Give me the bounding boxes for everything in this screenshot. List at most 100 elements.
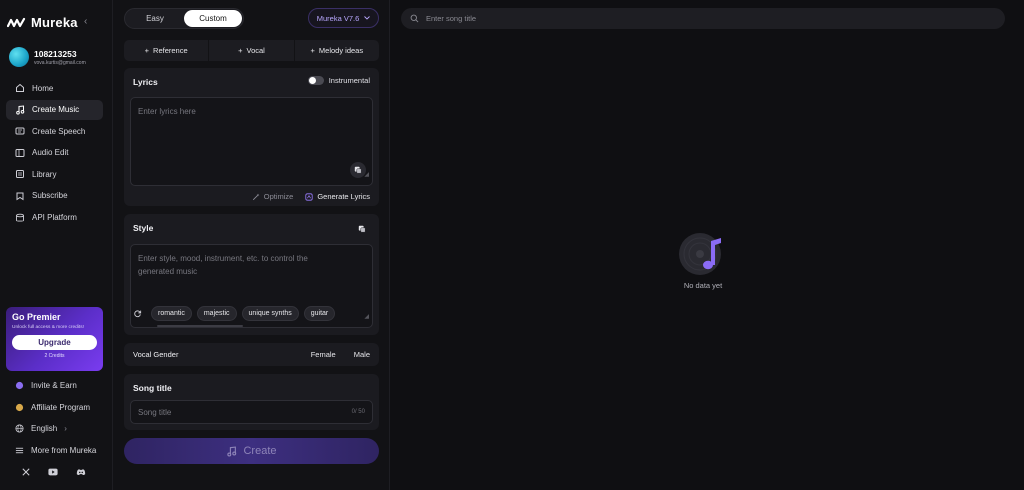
affiliate-icon [15, 403, 24, 411]
gender-male-option[interactable]: Male [354, 350, 370, 359]
sidebar-item-subscribe[interactable]: Subscribe [6, 186, 103, 206]
x-icon[interactable] [22, 468, 30, 476]
character-count: 0/ 50 [351, 409, 365, 415]
sidebar-item-label: Create Speech [32, 126, 86, 136]
model-select[interactable]: Mureka V7.6 [308, 8, 379, 28]
generate-lyrics-button[interactable]: Generate Lyrics [305, 192, 370, 201]
upgrade-button[interactable]: Upgrade [12, 335, 97, 350]
sidebar-item-invite[interactable]: Invite & Earn [6, 375, 106, 397]
add-reference-button[interactable]: + Reference [124, 40, 210, 61]
song-title-input[interactable]: Song title 0/ 50 [130, 400, 373, 424]
sidebar-item-create-speech[interactable]: Create Speech [6, 121, 103, 141]
youtube-icon[interactable] [48, 468, 58, 476]
song-title-heading: Song title [133, 383, 172, 393]
user-name: 108213253 [34, 48, 77, 59]
song-search-input[interactable]: Enter song title [401, 8, 1005, 29]
home-icon [16, 83, 24, 92]
refresh-icon[interactable] [133, 309, 142, 318]
sidebar-bottom-nav: Invite & Earn Affiliate Program English … [6, 375, 106, 461]
sidebar-item-label: English [31, 424, 58, 434]
style-tag[interactable]: romantic [151, 306, 192, 321]
model-select-value: Mureka V7.6 [316, 13, 360, 23]
optimize-button[interactable]: Optimize [252, 192, 293, 201]
style-tag[interactable]: guitar [303, 306, 336, 321]
empty-state-text: No data yet [683, 281, 723, 290]
style-tag[interactable]: majestic [196, 306, 237, 321]
create-button[interactable]: Create [124, 438, 379, 464]
lyrics-placeholder: Enter lyrics here [138, 107, 196, 116]
sidebar-item-label: Create Music [32, 105, 80, 115]
gender-female-option[interactable]: Female [311, 350, 336, 359]
sidebar-item-audio-edit[interactable]: Audio Edit [6, 143, 103, 163]
menu-icon [15, 447, 24, 453]
mode-custom-button[interactable]: Custom [184, 10, 242, 27]
language-selector[interactable]: English › [6, 418, 106, 440]
speech-icon [15, 127, 25, 135]
credits-count: 2 Credits [44, 353, 65, 359]
vocal-gender-label: Vocal Gender [133, 350, 179, 359]
add-vocal-label: Vocal [246, 46, 265, 55]
style-placeholder: Enter style, mood, instrument, etc. to c… [138, 254, 308, 276]
plus-icon: + [144, 46, 150, 55]
composer-panel: Easy Custom Mureka V7.6 + Reference + Voca… [113, 0, 390, 490]
sidebar-item-label: Audio Edit [32, 148, 69, 158]
empty-state: No data yet [660, 229, 746, 290]
song-title-card: Song title Song title 0/ 50 [124, 374, 379, 430]
sidebar-nav: Home Create Music Create Speech Audio Ed… [6, 78, 103, 229]
add-reference-label: Reference [153, 46, 188, 55]
sidebar-item-label: More from Mureka [31, 445, 97, 455]
promo-subtitle: Unlock full access & more credits! [12, 325, 84, 330]
sidebar-item-library[interactable]: Library [6, 164, 103, 184]
chevron-right-icon: › [64, 424, 67, 434]
generate-lyrics-icon [305, 192, 313, 201]
search-icon [410, 14, 419, 23]
sidebar-item-api-platform[interactable]: API Platform [6, 208, 103, 228]
user-profile[interactable]: 108213253 vova.kurtis@gmail.com [9, 47, 86, 67]
resize-handle-icon[interactable]: ◢ [364, 311, 369, 324]
instrumental-label: Instrumental [328, 76, 370, 85]
premium-promo: Go Premier Unlock full access & more cre… [6, 307, 103, 371]
mode-easy-button[interactable]: Easy [126, 10, 184, 27]
sidebar-item-label: Library [32, 169, 57, 179]
subscribe-icon [16, 192, 24, 201]
style-tag[interactable]: unique synths [241, 306, 299, 321]
mode-toggle: Easy Custom [124, 8, 244, 29]
magic-wand-icon [252, 193, 260, 200]
globe-icon [15, 424, 24, 433]
tags-scrollbar[interactable] [157, 325, 243, 327]
style-card: Style Enter style, mood, instrument, etc… [124, 214, 379, 335]
plus-icon: + [238, 46, 243, 55]
social-links [22, 468, 86, 476]
api-icon [16, 213, 24, 222]
style-title: Style [133, 223, 154, 233]
sidebar-item-home[interactable]: Home [6, 78, 103, 98]
search-placeholder: Enter song title [426, 14, 477, 23]
collapse-sidebar-icon[interactable]: ‹ [84, 16, 87, 27]
song-title-placeholder: Song title [138, 407, 172, 417]
audio-edit-icon [15, 148, 25, 157]
lyrics-input[interactable]: Enter lyrics here ◢ [130, 97, 373, 186]
instrumental-toggle[interactable]: Instrumental [307, 76, 370, 85]
style-dice-icon[interactable] [354, 221, 370, 237]
mureka-logo-icon [7, 17, 26, 28]
generate-lyrics-label: Generate Lyrics [317, 192, 370, 201]
add-options-row: + Reference + Vocal + Melody ideas [124, 40, 379, 61]
music-note-icon [227, 445, 237, 456]
library-icon [16, 170, 24, 179]
resize-handle-icon[interactable]: ◢ [364, 169, 369, 182]
sidebar-item-affiliate[interactable]: Affiliate Program [6, 397, 106, 419]
sidebar-item-more[interactable]: More from Mureka [6, 440, 106, 462]
instrumental-switch[interactable] [307, 76, 324, 85]
vinyl-music-icon [679, 233, 721, 275]
create-label: Create [243, 445, 277, 457]
gift-icon [15, 382, 24, 390]
sidebar-item-create-music[interactable]: Create Music [6, 99, 103, 120]
sidebar-item-label: Invite & Earn [31, 381, 77, 391]
add-melody-button[interactable]: + Melody ideas [295, 40, 379, 61]
add-vocal-button[interactable]: + Vocal [209, 40, 295, 61]
plus-icon: + [310, 46, 315, 55]
chevron-down-icon [364, 16, 371, 20]
discord-icon[interactable] [76, 468, 86, 476]
logo[interactable]: Mureka [7, 15, 78, 30]
promo-title: Go Premier [12, 312, 61, 322]
